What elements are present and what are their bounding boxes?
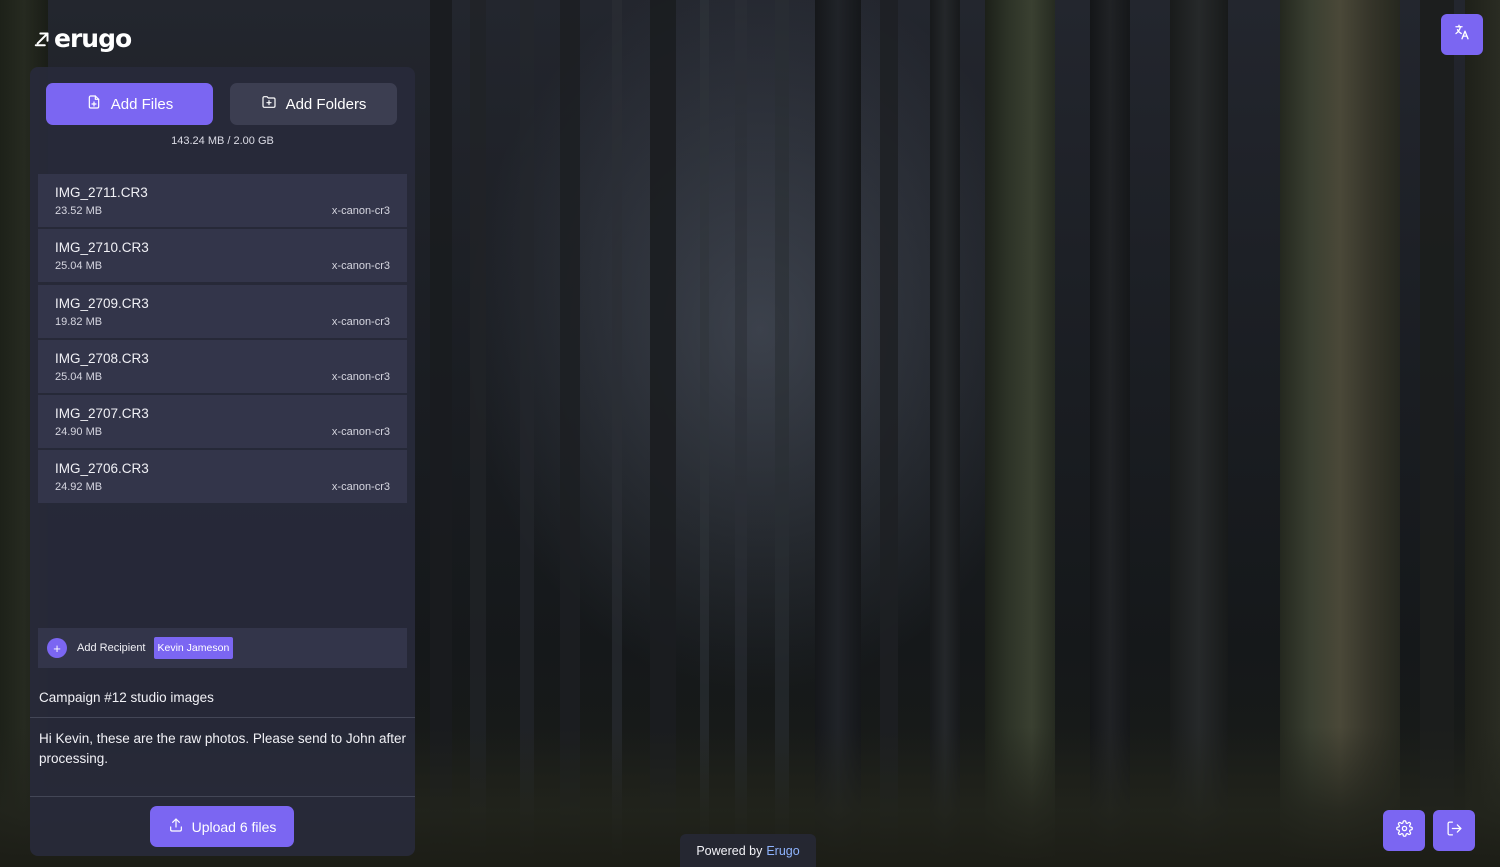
file-name: IMG_2708.CR3 [55,350,149,366]
file-name: IMG_2706.CR3 [55,461,149,477]
file-item[interactable]: IMG_2708.CR3 25.04 MB x-canon-cr3 [38,339,407,393]
powered-by-text: Powered by [696,843,763,858]
upload-icon [168,817,184,836]
file-name: IMG_2710.CR3 [55,240,149,256]
upload-button[interactable]: Upload 6 files [150,806,294,847]
arrow-up-right-icon [34,24,52,53]
add-folders-button[interactable]: Add Folders [230,83,397,125]
file-size: 24.90 MB [55,426,103,439]
file-type: x-canon-cr3 [331,315,390,328]
file-item[interactable]: IMG_2710.CR3 25.04 MB x-canon-cr3 [38,229,407,283]
upload-label: Upload 6 files [191,818,277,835]
recipients-row: + Add Recipient Kevin Jameson [38,628,407,668]
storage-quota: 143.24 MB / 2.00 GB [171,135,274,147]
powered-by-footer: Powered by Erugo [680,834,816,867]
file-name: IMG_2707.CR3 [55,406,149,422]
file-name: IMG_2709.CR3 [55,295,149,311]
file-name: IMG_2711.CR3 [55,185,148,200]
add-recipient-label[interactable]: Add Recipient [77,642,146,654]
file-item[interactable]: IMG_2707.CR3 24.90 MB x-canon-cr3 [38,395,407,449]
add-folders-label: Add Folders [285,95,367,113]
folder-plus-icon [261,94,277,114]
logout-button[interactable] [1433,810,1475,851]
file-size: 24.92 MB [55,481,103,494]
translate-icon [1453,23,1471,46]
file-type: x-canon-cr3 [331,426,390,439]
file-size: 23.52 MB [55,205,103,217]
gear-icon [1395,819,1413,842]
file-size: 19.82 MB [55,315,103,328]
add-files-label: Add Files [110,95,174,113]
add-recipient-button[interactable]: + [47,638,67,658]
add-files-button[interactable]: Add Files [46,83,213,125]
file-type: x-canon-cr3 [331,481,390,494]
file-list: IMG_2711.CR3 23.52 MB x-canon-cr3 IMG_27… [38,174,407,506]
file-item[interactable]: IMG_2706.CR3 24.92 MB x-canon-cr3 [38,450,407,504]
file-type: x-canon-cr3 [331,205,390,217]
settings-button[interactable] [1383,810,1425,851]
erugo-logo[interactable]: erugo [34,24,132,53]
subject-input[interactable]: Campaign #12 studio images [30,678,415,718]
file-type: x-canon-cr3 [331,370,390,383]
powered-by-link[interactable]: Erugo [766,844,799,858]
translate-button[interactable] [1441,14,1483,55]
add-actions: Add Files Add Folders [46,83,397,125]
upload-panel: Add Files Add Folders 143.24 MB / 2.00 G… [30,67,415,856]
logout-icon [1446,820,1463,842]
file-item[interactable]: IMG_2711.CR3 23.52 MB x-canon-cr3 [38,174,407,227]
file-plus-icon [86,94,102,114]
file-size: 25.04 MB [55,370,103,383]
logo-text: erugo [54,24,132,53]
file-item[interactable]: IMG_2709.CR3 19.82 MB x-canon-cr3 [38,284,407,338]
file-size: 25.04 MB [55,260,103,273]
file-type: x-canon-cr3 [331,260,390,273]
recipient-chip[interactable]: Kevin Jameson [153,637,234,659]
message-textarea[interactable]: Hi Kevin, these are the raw photos. Plea… [30,720,415,797]
